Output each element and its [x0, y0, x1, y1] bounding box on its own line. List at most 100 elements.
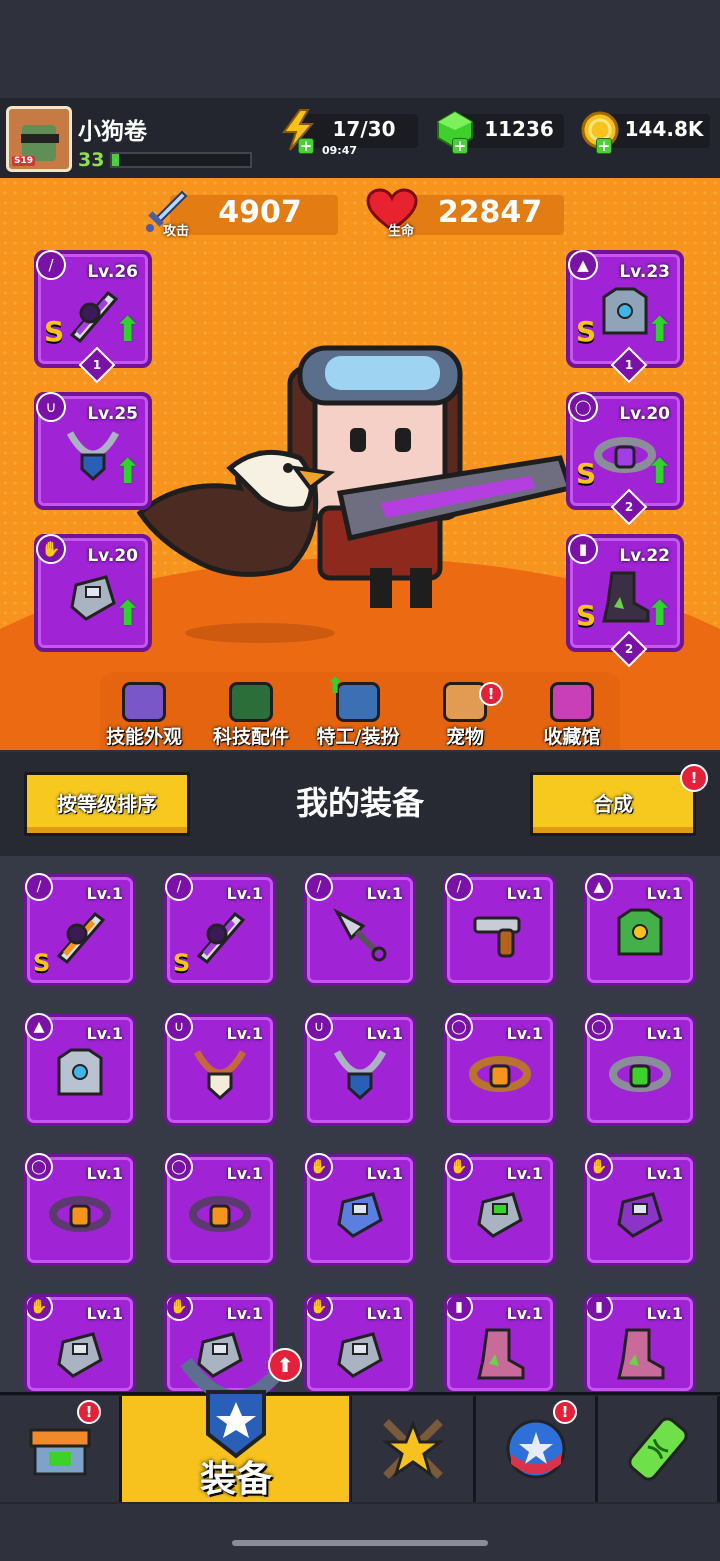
equipped-slot-right-1[interactable]: ▲ Lv.23 S ⬆ 1: [566, 250, 684, 384]
player-level: 33: [78, 149, 105, 171]
status-bar-area: [0, 0, 720, 98]
equipment-item[interactable]: ✋ Lv.1: [584, 1153, 696, 1266]
attack-value: 4907: [218, 195, 302, 230]
equipment-item[interactable]: ▲ Lv.1: [24, 1013, 136, 1126]
equipment-item[interactable]: ▲ Lv.1: [584, 873, 696, 986]
nav-item-label: 特工/装扮: [316, 726, 400, 748]
nav-alert-badge: !: [479, 682, 503, 706]
equipment-item[interactable]: ✋ Lv.1: [24, 1294, 136, 1394]
boots-type-icon: ▮: [587, 1297, 613, 1321]
boots-type-icon: ▮: [447, 1297, 473, 1321]
slot-level: Lv.20: [619, 404, 670, 424]
tab-shop[interactable]: !: [0, 1396, 122, 1502]
equipment-item[interactable]: ◯ Lv.1: [584, 1013, 696, 1126]
star-count: 2: [624, 642, 634, 656]
equipment-item[interactable]: ∪ Lv.1: [304, 1013, 416, 1126]
avatar-tag: S19: [12, 156, 36, 166]
tab-talent-orb[interactable]: !: [476, 1396, 598, 1502]
equipment-item[interactable]: ◯ Lv.1: [164, 1153, 276, 1266]
item-level: Lv.1: [366, 1024, 403, 1043]
equipped-slot-left-3[interactable]: ✋ Lv.20 ⬆: [34, 534, 152, 652]
nav-item-2[interactable]: 科技配件: [199, 682, 303, 748]
rank-badge: S: [33, 949, 51, 977]
emerald-belt-icon: [609, 1056, 671, 1092]
armor-type-icon: ▲: [25, 1013, 53, 1041]
glove-type-icon: ✋: [305, 1153, 333, 1181]
slot-level: Lv.22: [619, 546, 670, 566]
equipment-item[interactable]: / Lv.1: [444, 873, 556, 986]
item-level: Lv.1: [366, 884, 403, 903]
shop-icon: [29, 1428, 90, 1476]
item-level: Lv.1: [506, 1024, 543, 1043]
steel-armor-icon: [57, 1048, 103, 1096]
item-level: Lv.1: [506, 1304, 543, 1323]
attack-stat: 4907: [170, 195, 338, 235]
nav-item-5[interactable]: 收藏馆: [520, 682, 624, 748]
equipment-item[interactable]: ∪ Lv.1: [164, 1013, 276, 1126]
equipment-item[interactable]: ✋ Lv.1: [444, 1153, 556, 1266]
nav-item-label: 科技配件: [212, 726, 289, 748]
equipped-slot-left-1[interactable]: / Lv.26 S ⬆ 1: [34, 250, 152, 384]
coin-plus-icon[interactable]: +: [596, 138, 612, 154]
rank-badge: S: [44, 315, 65, 348]
equipment-item[interactable]: / Lv.1 S: [164, 873, 276, 986]
item-level: Lv.1: [226, 1024, 263, 1043]
item-level: Lv.1: [226, 1164, 263, 1183]
upgrade-arrow-icon: ⬆: [113, 452, 143, 492]
rank-badge: S: [576, 599, 597, 632]
item-level: Lv.1: [646, 1304, 683, 1323]
upgrade-arrow-icon: ⬆: [645, 594, 675, 634]
equipment-item[interactable]: ▮ Lv.1: [444, 1294, 556, 1394]
energy-counter[interactable]: 17/30: [300, 114, 418, 148]
energy-timer: 09:47: [322, 144, 358, 157]
dark-shuriken-blade-icon: [196, 911, 246, 965]
nav-item-label: 技能外观: [105, 726, 182, 748]
item-level: Lv.1: [646, 1164, 683, 1183]
nav-item-1[interactable]: 技能外观: [92, 682, 196, 748]
spike-boots-icon: [477, 1328, 525, 1380]
star-count: 1: [624, 358, 634, 372]
nav-item-4[interactable]: 宠物!: [413, 682, 517, 748]
boots-type-icon: ▮: [568, 534, 598, 564]
item-level: Lv.1: [86, 884, 123, 903]
equipped-slot-right-2[interactable]: ◯ Lv.20 S ⬆ 2: [566, 392, 684, 526]
flame-sword-icon: [56, 911, 106, 965]
merge-button[interactable]: 合成: [530, 772, 696, 836]
upgrade-arrow-icon: ⬆: [113, 310, 143, 350]
equipment-item[interactable]: ✋ Lv.1: [304, 1153, 416, 1266]
nav-item-3[interactable]: 特工/装扮 ⬆: [306, 674, 410, 748]
equipment-item[interactable]: / Lv.1: [304, 873, 416, 986]
equipment-item[interactable]: / Lv.1 S: [24, 873, 136, 986]
slot-level: Lv.20: [87, 546, 138, 566]
equipment-item[interactable]: ◯ Lv.1: [444, 1013, 556, 1126]
nav-item-label: 宠物: [445, 726, 484, 748]
equipped-slot-right-3[interactable]: ▮ Lv.22 S ⬆ 2: [566, 534, 684, 668]
equipment-item[interactable]: ◯ Lv.1: [24, 1153, 136, 1266]
glove-type-icon: ✋: [445, 1153, 473, 1181]
tab-battle-star[interactable]: [352, 1396, 476, 1502]
energy-plus-icon[interactable]: +: [298, 138, 314, 154]
gem-gauntlet-icon: [477, 1192, 523, 1238]
armor-type-icon: ▲: [568, 250, 598, 280]
item-level: Lv.1: [366, 1164, 403, 1183]
sort-by-level-button[interactable]: 按等级排序: [24, 772, 190, 836]
steel-gauntlet-icon: [57, 1332, 103, 1378]
star-count: 2: [624, 500, 634, 514]
rope-belt-icon: [469, 1056, 531, 1092]
weapon-type-icon: /: [36, 250, 66, 280]
equipment-item[interactable]: ✋ Lv.1: [304, 1294, 416, 1394]
equipment-item[interactable]: ▮ Lv.1: [584, 1294, 696, 1394]
merge-alert-badge: !: [680, 764, 708, 792]
gem-plus-icon[interactable]: +: [452, 138, 468, 154]
equipped-slot-left-2[interactable]: ∪ Lv.25 ⬆: [34, 392, 152, 510]
upgrade-arrow-icon: ⬆: [113, 594, 143, 634]
skill-skin-icon: [122, 682, 166, 722]
steel-gauntlet-icon: [337, 1332, 383, 1378]
gold-belt-icon: [189, 1196, 251, 1232]
energy-value: 17/30: [332, 117, 396, 141]
tab-evolution-capsule[interactable]: [598, 1396, 720, 1502]
player-avatar[interactable]: S19: [6, 106, 72, 172]
xp-bar-fill: [112, 154, 119, 166]
rank-badge: S: [576, 457, 597, 490]
tab-alert-badge: !: [553, 1400, 577, 1424]
